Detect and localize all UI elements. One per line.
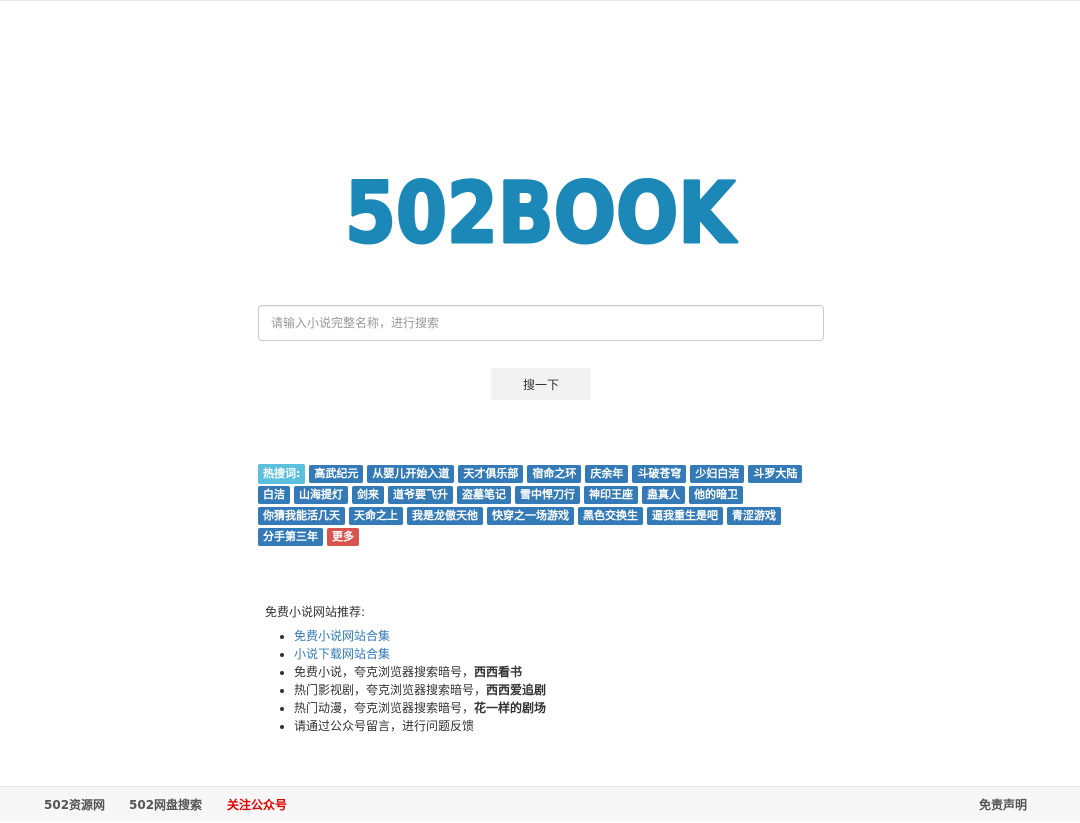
list-item: 热门动漫，夸克浏览器搜索暗号，花一样的剧场: [294, 699, 825, 717]
hot-tag[interactable]: 盗墓笔记: [457, 486, 511, 504]
hot-tag[interactable]: 青涩游戏: [727, 507, 781, 525]
free-novel-sites-link[interactable]: 免费小说网站合集: [294, 629, 390, 643]
list-item: 热门影视剧，夸克浏览器搜索暗号，西西爱追剧: [294, 681, 825, 699]
footer-link-disclaimer[interactable]: 免责声明: [979, 787, 1027, 823]
hot-tag[interactable]: 山海提灯: [294, 486, 348, 504]
footer-bar: 502资源网 502网盘搜索 关注公众号 免责声明: [0, 786, 1080, 822]
hot-tag[interactable]: 逼我重生是吧: [647, 507, 723, 525]
logo-graphic: 502BOOK: [344, 163, 740, 264]
hot-tag[interactable]: 神印王座: [584, 486, 638, 504]
hot-tag[interactable]: 白洁: [258, 486, 290, 504]
footer-link-netdisk-search[interactable]: 502网盘搜索: [129, 787, 202, 823]
list-item-text: 热门影视剧，夸克浏览器搜索暗号，: [294, 683, 487, 697]
novel-download-sites-link[interactable]: 小说下载网站合集: [294, 647, 390, 661]
list-item: 免费小说，夸克浏览器搜索暗号，西西看书: [294, 663, 825, 681]
hot-tag[interactable]: 从婴儿开始入道: [367, 465, 455, 483]
hot-search-tags: 热搜词: 高武纪元 从婴儿开始入道 天才俱乐部 宿命之环 庆余年 斗破苍穹 少妇…: [258, 464, 828, 549]
list-item: 小说下载网站合集: [294, 645, 825, 663]
site-logo[interactable]: 502BOOK: [0, 156, 1080, 266]
list-item-text: 热门动漫，夸克浏览器搜索暗号，: [294, 701, 475, 715]
hot-tag[interactable]: 快穿之一场游戏: [487, 507, 574, 525]
hot-tag[interactable]: 天命之上: [349, 507, 403, 525]
list-item: 请通过公众号留言，进行问题反馈: [294, 717, 825, 735]
hot-tag[interactable]: 他的暗卫: [689, 486, 743, 504]
list-item-text: 免费小说，夸克浏览器搜索暗号，: [294, 665, 475, 679]
hot-tag[interactable]: 蛊真人: [642, 486, 685, 504]
top-divider: [0, 0, 1080, 1]
list-item: 免费小说网站合集: [294, 627, 825, 645]
hot-more-button[interactable]: 更多: [327, 528, 359, 546]
hot-tag[interactable]: 宿命之环: [527, 465, 582, 483]
hot-tag[interactable]: 黑色交换生: [578, 507, 643, 525]
list-item-text: 请通过公众号留言，进行问题反馈: [294, 719, 475, 733]
hot-tag[interactable]: 道爷要飞升: [388, 486, 453, 504]
hot-tag[interactable]: 雪中悍刀行: [515, 486, 580, 504]
hot-tag[interactable]: 斗罗大陆: [748, 465, 803, 483]
hot-tag[interactable]: 庆余年: [585, 465, 629, 483]
hot-tag[interactable]: 剑来: [352, 486, 384, 504]
search-input[interactable]: [258, 305, 824, 341]
search-button[interactable]: 搜一下: [491, 368, 591, 400]
hot-tag[interactable]: 高武纪元: [309, 465, 364, 483]
logo-text: 502BOOK: [345, 164, 738, 262]
footer-link-follow-account[interactable]: 关注公众号: [227, 787, 287, 823]
hot-tag[interactable]: 天才俱乐部: [458, 465, 524, 483]
hot-tag[interactable]: 分手第三年: [258, 528, 323, 546]
list-item-keyword: 花一样的剧场: [474, 701, 547, 715]
recommend-section: 免费小说网站推荐: 免费小说网站合集 小说下载网站合集 免费小说，夸克浏览器搜索…: [265, 603, 825, 735]
hot-search-label: 热搜词:: [258, 464, 306, 484]
hot-tag[interactable]: 你猜我能活几天: [258, 507, 345, 525]
recommend-title: 免费小说网站推荐:: [265, 605, 366, 619]
hot-tag[interactable]: 斗破苍穹: [632, 465, 687, 483]
list-item-keyword: 西西爱追剧: [486, 683, 547, 697]
hot-tag[interactable]: 我是龙傲天他: [407, 507, 483, 525]
recommend-list: 免费小说网站合集 小说下载网站合集 免费小说，夸克浏览器搜索暗号，西西看书 热门…: [265, 627, 825, 735]
hot-tag[interactable]: 少妇白洁: [690, 465, 745, 483]
footer-link-resource-site[interactable]: 502资源网: [44, 787, 105, 823]
list-item-keyword: 西西看书: [474, 665, 523, 679]
